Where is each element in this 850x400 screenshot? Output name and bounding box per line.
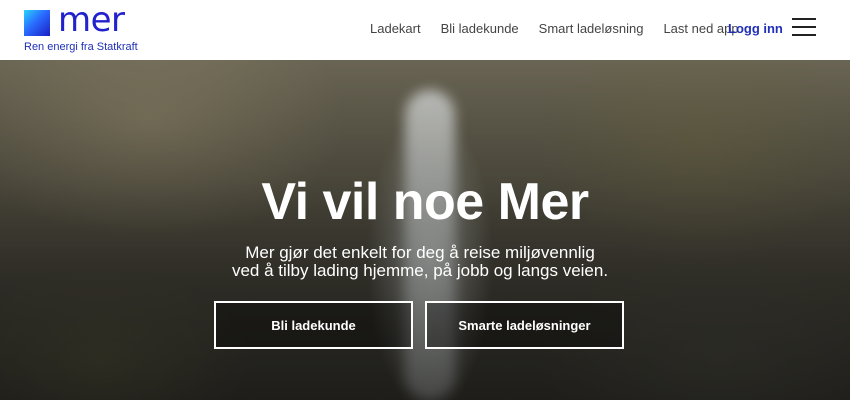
login-link[interactable]: Logg inn — [728, 20, 783, 38]
logo-wordmark: mer — [58, 0, 125, 40]
smarte-ladelosninger-button[interactable]: Smarte ladeløsninger — [425, 301, 624, 349]
menu-bar — [792, 26, 816, 28]
site-header: mer Ren energi fra Statkraft Ladekart Bl… — [0, 0, 850, 60]
hamburger-menu-icon[interactable] — [792, 17, 816, 37]
hero-section: Vi vil noe Mer Mer gjør det enkelt for d… — [0, 60, 850, 400]
hero-subtitle: Mer gjør det enkelt for deg å reise milj… — [0, 244, 840, 280]
menu-bar — [792, 18, 816, 20]
hero-subtitle-line-1: Mer gjør det enkelt for deg å reise milj… — [245, 243, 595, 262]
logo[interactable]: mer Ren energi fra Statkraft — [24, 0, 154, 56]
nav-item-ladekart[interactable]: Ladekart — [370, 20, 421, 38]
logo-tagline: Ren energi fra Statkraft — [24, 41, 138, 53]
menu-bar — [792, 34, 816, 36]
main-nav: Ladekart Bli ladekunde Smart ladeløsning… — [370, 20, 759, 38]
hero-title: Vi vil noe Mer — [261, 173, 589, 231]
logo-mark-icon — [24, 10, 50, 36]
bli-ladekunde-button[interactable]: Bli ladekunde — [214, 301, 413, 349]
nav-item-bli-ladekunde[interactable]: Bli ladekunde — [441, 20, 519, 38]
hero-subtitle-line-2: ved å tilby lading hjemme, på jobb og la… — [231, 261, 609, 280]
nav-item-smart-ladelosning[interactable]: Smart ladeløsning — [539, 20, 644, 38]
